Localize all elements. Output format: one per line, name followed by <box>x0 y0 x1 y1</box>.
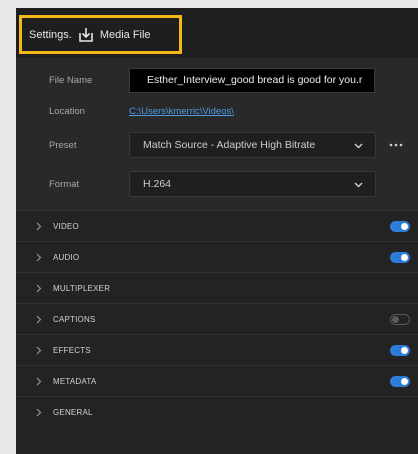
format-dropdown[interactable]: H.264 <box>129 171 376 197</box>
panel-header: Settings. Media File <box>16 8 418 58</box>
section-title: METADATA <box>53 376 97 386</box>
captions-toggle[interactable] <box>390 314 410 325</box>
section-title: EFFECTS <box>53 345 91 355</box>
location-label: Location <box>49 105 85 117</box>
section-captions[interactable]: CAPTIONS <box>16 303 418 334</box>
chevron-down-icon <box>354 182 363 188</box>
location-row: Location C:\Users\kmerric\Videos\ <box>16 98 418 124</box>
section-title: AUDIO <box>53 252 80 262</box>
audio-toggle[interactable] <box>390 252 410 263</box>
effects-toggle[interactable] <box>390 345 410 356</box>
section-title: VIDEO <box>53 221 79 231</box>
preset-value: Match Source - Adaptive High Bitrate <box>143 139 316 151</box>
settings-sections: VIDEO AUDIO MULTIPLEXER CAPTIONS EFFECTS… <box>16 210 418 427</box>
export-to-media-icon <box>78 27 94 43</box>
preset-label: Preset <box>49 139 77 151</box>
chevron-right-icon <box>36 377 42 386</box>
metadata-toggle[interactable] <box>390 376 410 387</box>
format-label: Format <box>49 178 80 190</box>
file-name-input[interactable]: Esther_Interview_good bread is good for … <box>129 67 375 93</box>
preset-dropdown[interactable]: Match Source - Adaptive High Bitrate <box>129 132 376 158</box>
file-name-row: File Name Esther_Interview_good bread is… <box>16 66 418 94</box>
location-link[interactable]: C:\Users\kmerric\Videos\ <box>129 106 234 117</box>
section-audio[interactable]: AUDIO <box>16 241 418 272</box>
section-title: MULTIPLEXER <box>53 283 111 293</box>
export-settings-panel: Settings. Media File File Name Esther_In… <box>16 8 418 454</box>
chevron-right-icon <box>36 284 42 293</box>
section-multiplexer[interactable]: MULTIPLEXER <box>16 272 418 303</box>
format-value: H.264 <box>143 178 172 190</box>
settings-label: Settings. <box>29 28 72 41</box>
chevron-down-icon <box>354 143 363 149</box>
preset-row: Preset Match Source - Adaptive High Bitr… <box>16 130 418 160</box>
section-video[interactable]: VIDEO <box>16 210 418 241</box>
format-row: Format H.264 <box>16 169 418 199</box>
section-metadata[interactable]: METADATA <box>16 365 418 396</box>
section-title: GENERAL <box>53 407 93 417</box>
section-title: CAPTIONS <box>53 314 96 324</box>
media-file-destination[interactable]: Settings. Media File <box>19 15 182 54</box>
chevron-right-icon <box>36 253 42 262</box>
chevron-right-icon <box>36 222 42 231</box>
export-form: File Name Esther_Interview_good bread is… <box>16 58 418 210</box>
video-toggle[interactable] <box>390 221 410 232</box>
chevron-right-icon <box>36 315 42 324</box>
section-effects[interactable]: EFFECTS <box>16 334 418 365</box>
chevron-right-icon <box>36 346 42 355</box>
media-file-label: Media File <box>99 28 151 41</box>
chevron-right-icon <box>36 408 42 417</box>
more-options-icon[interactable] <box>389 142 403 148</box>
section-general[interactable]: GENERAL <box>16 396 418 427</box>
file-name-label: File Name <box>49 74 93 86</box>
